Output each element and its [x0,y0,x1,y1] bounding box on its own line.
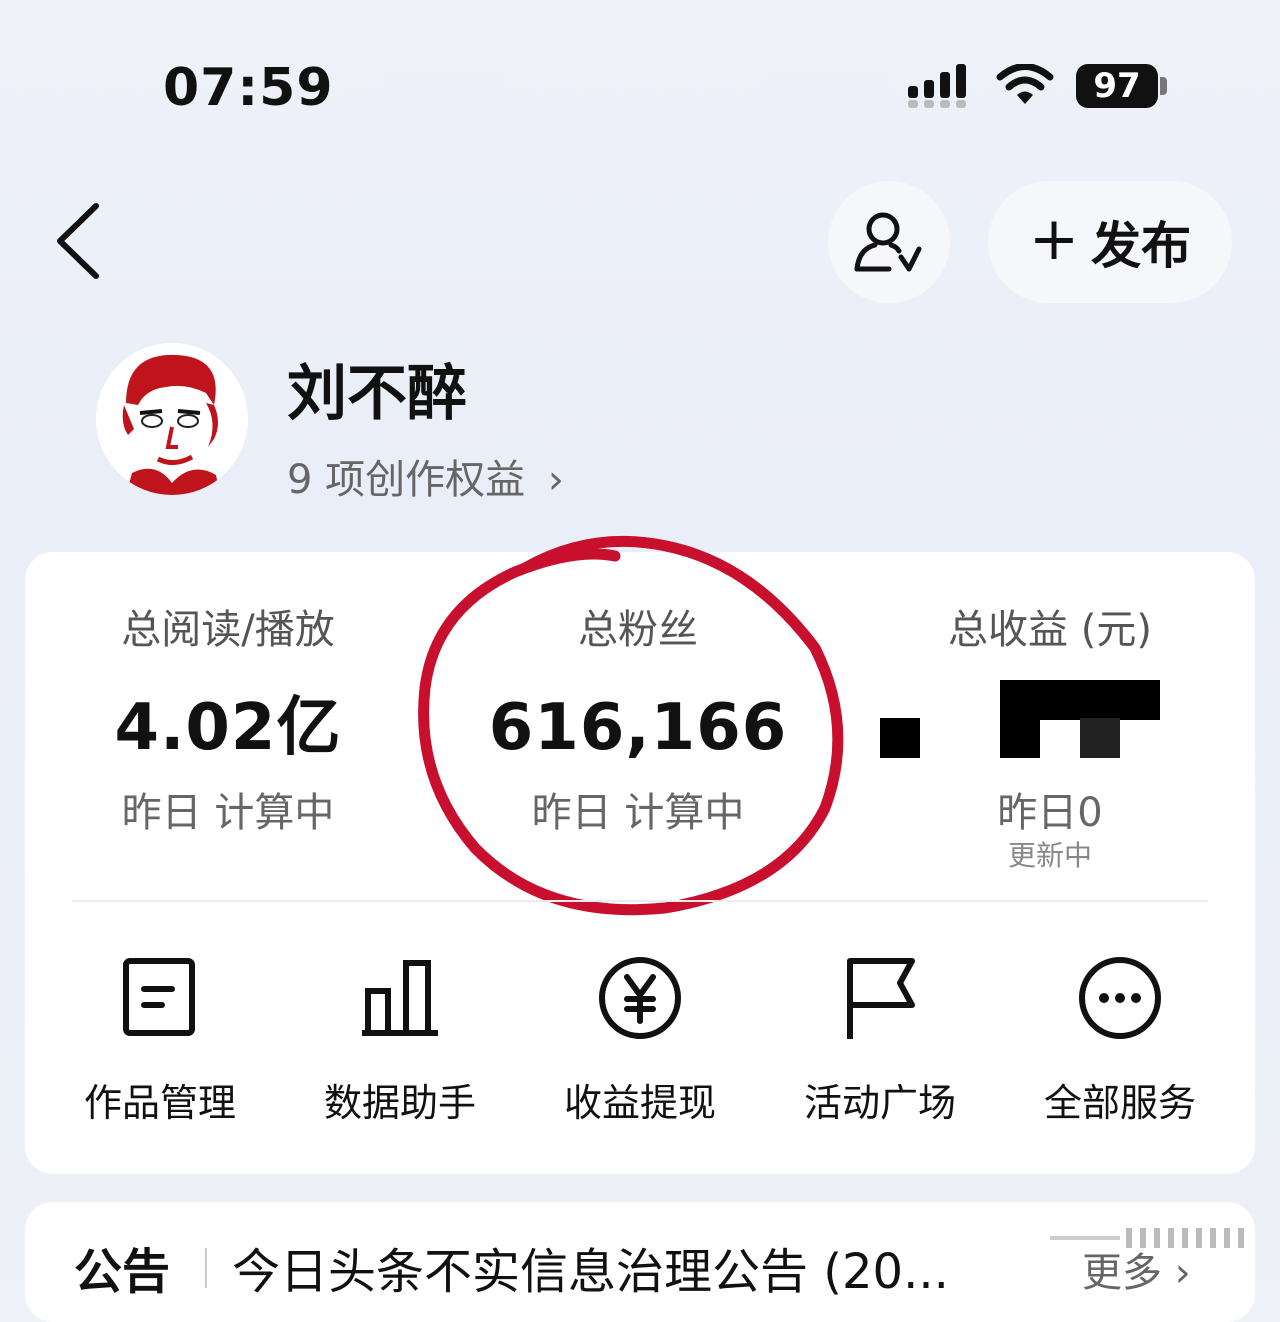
stat-label: 总阅读/播放 [121,607,335,653]
status-time: 07:59 [163,58,334,118]
notice-text[interactable]: 今日头条不实信息治理公告 (20... [232,1232,1032,1302]
notice-more-label: 更多 [1082,1250,1162,1296]
more-dots-icon [1079,957,1161,1039]
service-all[interactable]: 全部服务 [1000,948,1240,1127]
stat-sub-status: 更新中 [1007,839,1092,872]
chevron-right-icon: › [547,457,564,503]
avatar[interactable] [96,343,248,495]
yen-coin-icon [599,957,681,1039]
redaction-block [1000,718,1040,758]
redaction-block [1000,680,1160,720]
chevron-right-icon: › [1174,1250,1191,1296]
service-data-assistant[interactable]: 数据助手 [280,948,520,1127]
service-label: 活动广场 [803,1081,956,1125]
bar-chart-icon [362,960,438,1036]
notice-separator [205,1248,207,1288]
annotation-circle [418,535,844,916]
stat-sub: 昨日0 [997,790,1103,836]
signal-icon [908,64,966,108]
service-works-manage[interactable]: 作品管理 [40,948,280,1127]
battery-indicator: 97 [1076,64,1158,108]
profile-name: 刘不醉 [287,359,467,429]
avatar-portrait [96,343,248,495]
service-activity[interactable]: 活动广场 [760,948,1000,1127]
back-icon[interactable] [52,200,104,282]
document-icon [123,958,195,1036]
service-label: 数据助手 [323,1081,476,1125]
stat-sub: 昨日 计算中 [121,790,335,836]
plus-icon: + [1028,204,1080,274]
service-label: 收益提现 [563,1081,716,1125]
publish-label: 发布 [1091,217,1192,275]
redaction-block [880,718,920,758]
stat-label: 总收益 (元) [948,607,1152,653]
stat-total-reads[interactable]: 总阅读/播放 4.02亿 昨日 计算中 [38,600,418,838]
redaction-block [1080,718,1120,758]
watermark-icon [1050,1228,1244,1248]
publish-button[interactable]: + 发布 [988,181,1232,303]
service-withdraw[interactable]: 收益提现 [520,948,760,1127]
notice-title: 公告 [74,1244,171,1300]
creator-rights-label: 9 项创作权益 [287,457,526,503]
wifi-icon [996,64,1054,104]
flag-icon [847,958,915,1039]
service-label: 作品管理 [83,1081,236,1125]
card-divider [72,900,1208,902]
user-verify-button[interactable] [828,181,950,303]
user-check-icon [854,212,922,272]
battery-tip [1160,77,1167,95]
stat-value: 4.02亿 [114,691,342,765]
creator-rights-link[interactable]: 9 项创作权益 › [287,447,564,505]
service-label: 全部服务 [1043,1081,1196,1125]
